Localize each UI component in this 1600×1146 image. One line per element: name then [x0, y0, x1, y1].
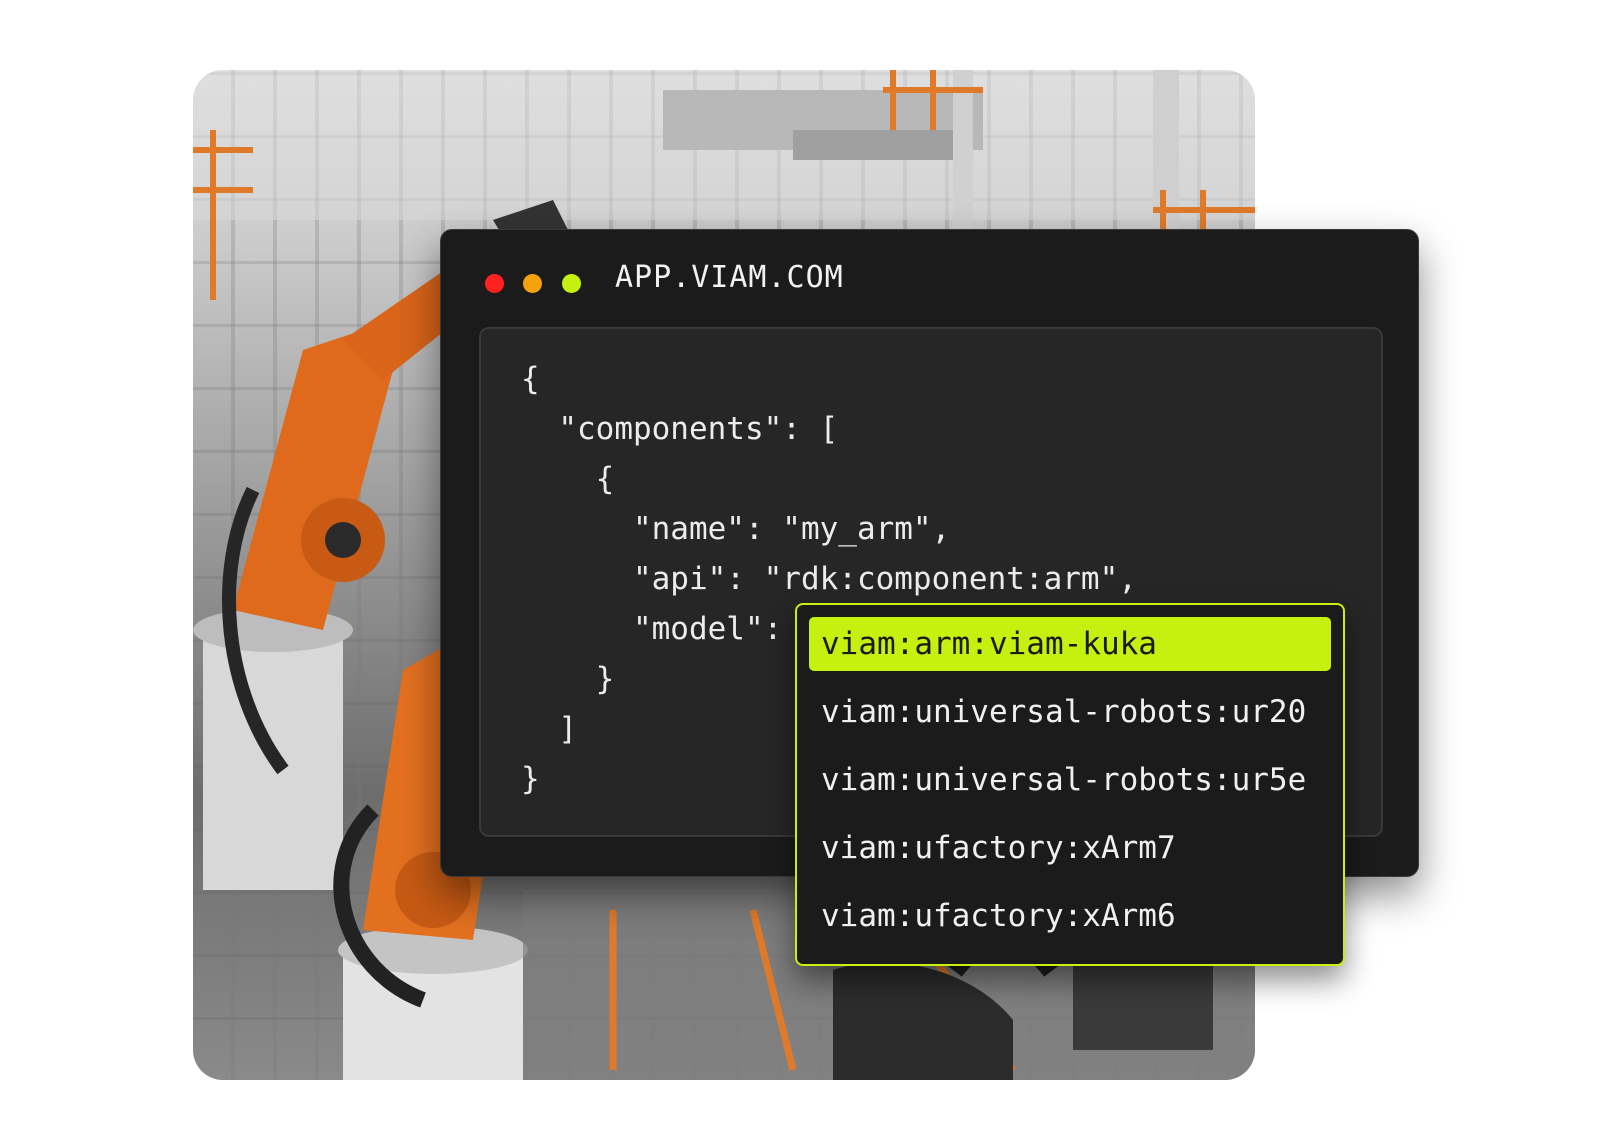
window-title: APP.VIAM.COM — [615, 260, 844, 295]
code-line-2: "components": [ — [521, 411, 839, 447]
code-line-7: } — [521, 661, 615, 697]
code-line-5: "api": "rdk:component:arm", — [521, 561, 1137, 597]
model-autocomplete-dropdown[interactable]: viam:arm:viam-kuka viam:universal-robots… — [795, 603, 1345, 966]
code-line-8: ] — [521, 711, 577, 747]
model-option[interactable]: viam:universal-robots:ur5e — [809, 753, 1331, 807]
code-line-6: "model": — [521, 611, 801, 647]
code-line-1: { — [521, 361, 540, 397]
model-option[interactable]: viam:ufactory:xArm7 — [809, 821, 1331, 875]
model-option[interactable]: viam:universal-robots:ur20 — [809, 685, 1331, 739]
model-option-selected[interactable]: viam:arm:viam-kuka — [809, 617, 1331, 671]
code-line-3: { — [521, 461, 615, 497]
code-line-9: } — [521, 761, 540, 797]
model-option[interactable]: viam:ufactory:xArm6 — [809, 889, 1331, 943]
code-line-4: "name": "my_arm", — [521, 511, 951, 547]
window-minimize-dot[interactable] — [523, 274, 542, 293]
window-close-dot[interactable] — [485, 274, 504, 293]
window-maximize-dot[interactable] — [562, 274, 581, 293]
